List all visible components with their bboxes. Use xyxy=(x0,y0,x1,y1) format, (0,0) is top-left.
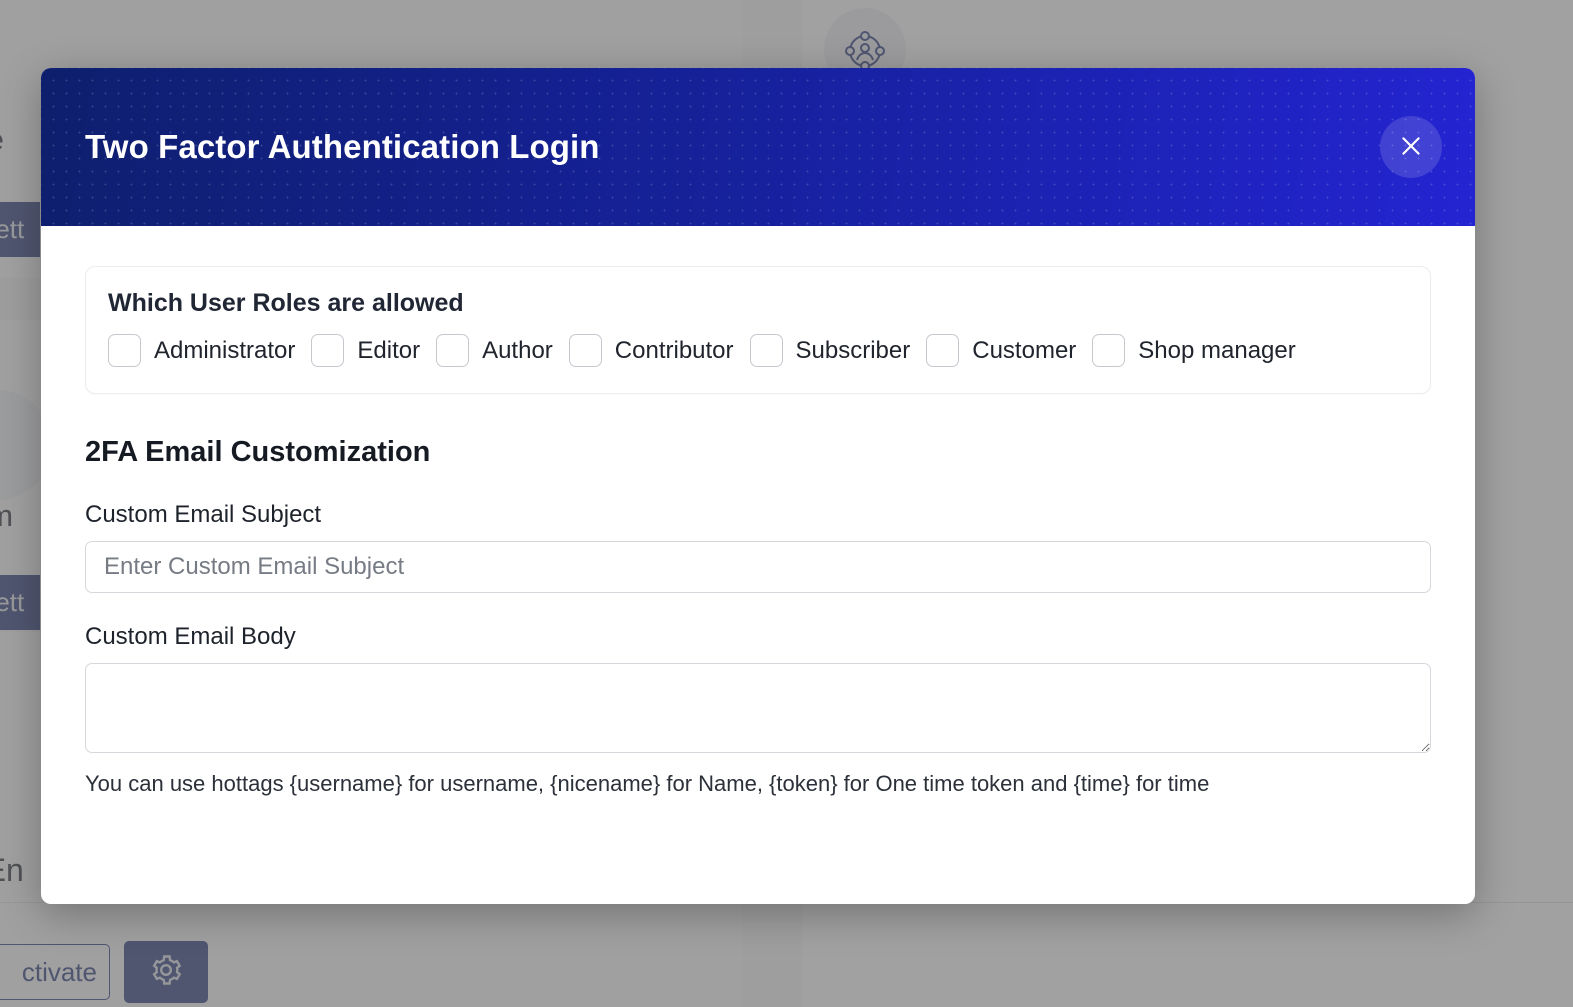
custom-email-subject-input[interactable] xyxy=(85,541,1431,593)
user-roles-panel: Which User Roles are allowed Administrat… xyxy=(85,266,1431,394)
role-label: Contributor xyxy=(614,336,734,364)
role-label: Customer xyxy=(972,336,1077,364)
role-checkbox-shop-manager[interactable]: Shop manager xyxy=(1092,334,1296,367)
role-label: Shop manager xyxy=(1138,336,1296,364)
role-checkbox-contributor[interactable]: Contributor xyxy=(568,334,734,367)
hottags-hint: You can use hottags {username} for usern… xyxy=(85,771,1210,796)
user-roles-heading: Which User Roles are allowed xyxy=(108,289,464,317)
role-checkbox-author[interactable]: Author xyxy=(436,334,553,367)
role-checkbox-editor[interactable]: Editor xyxy=(311,334,420,367)
checkbox-input[interactable] xyxy=(436,334,470,367)
custom-email-subject-label: Custom Email Subject xyxy=(85,501,322,528)
role-label: Editor xyxy=(357,336,421,364)
user-roles-checkbox-row: Administrator Editor Author Contributor … xyxy=(108,334,1408,367)
close-button[interactable] xyxy=(1380,116,1442,178)
custom-email-body-label: Custom Email Body xyxy=(85,623,296,650)
role-label: Administrator xyxy=(154,336,296,364)
role-label: Subscriber xyxy=(795,336,911,364)
checkbox-input[interactable] xyxy=(311,334,345,367)
custom-email-body-textarea[interactable] xyxy=(85,663,1431,753)
close-icon xyxy=(1398,133,1424,162)
page-title: Two Factor Authentication Login xyxy=(85,128,600,165)
role-checkbox-administrator[interactable]: Administrator xyxy=(108,334,295,367)
checkbox-input[interactable] xyxy=(1092,334,1126,367)
checkbox-input[interactable] xyxy=(108,334,141,367)
modal-body: Which User Roles are allowed Administrat… xyxy=(41,226,1475,797)
checkbox-input[interactable] xyxy=(568,334,602,367)
role-label: Author xyxy=(482,336,553,364)
role-checkbox-subscriber[interactable]: Subscriber xyxy=(749,334,911,367)
email-customization-heading: 2FA Email Customization xyxy=(85,436,431,468)
two-factor-authentication-modal: Two Factor Authentication Login Which Us… xyxy=(41,68,1475,904)
checkbox-input[interactable] xyxy=(926,334,960,367)
modal-header: Two Factor Authentication Login xyxy=(41,68,1475,226)
checkbox-input[interactable] xyxy=(749,334,783,367)
role-checkbox-customer[interactable]: Customer xyxy=(926,334,1076,367)
